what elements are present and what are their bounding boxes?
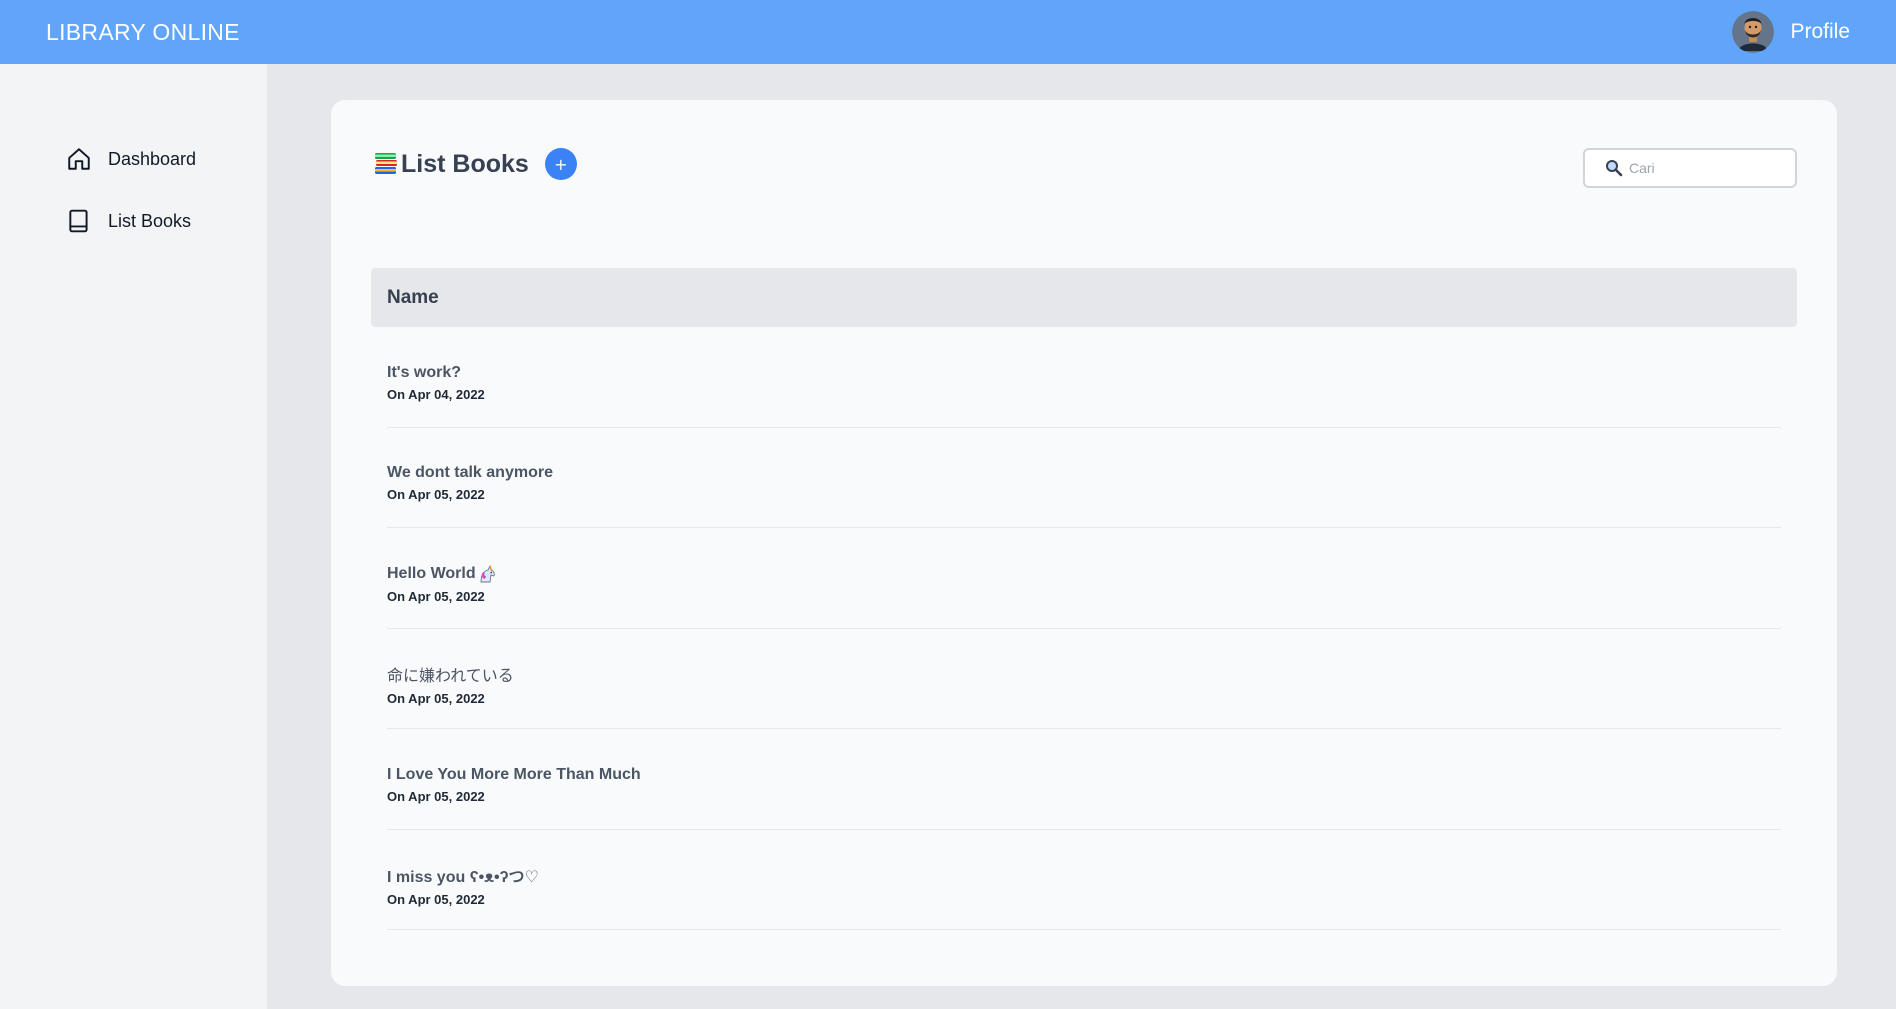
- book-list: It's work? On Apr 04, 2022 We dont talk …: [387, 327, 1781, 930]
- book-date: On Apr 05, 2022: [387, 691, 485, 707]
- column-header-name[interactable]: Name: [387, 287, 439, 309]
- book-date: On Apr 05, 2022: [387, 588, 485, 604]
- book-icon: [66, 208, 92, 234]
- app-brand[interactable]: LIBRARY ONLINE: [46, 19, 240, 46]
- list-item[interactable]: It's work? On Apr 04, 2022: [387, 327, 1781, 428]
- book-title: It's work?: [387, 363, 462, 381]
- book-date: On Apr 05, 2022: [387, 788, 485, 804]
- sidebar-item-list-books[interactable]: List Books: [66, 208, 191, 234]
- table-header: Name: [371, 268, 1797, 327]
- search-icon: [1605, 159, 1623, 177]
- list-item[interactable]: Hello World On Apr 05, 2022: [387, 528, 1781, 629]
- content-card: List Books + Name It's work? On Apr 04, …: [331, 100, 1837, 986]
- book-title: I miss you ʕ•ᴥ•ʔつ♡: [387, 869, 539, 887]
- top-navbar: LIBRARY ONLINE Profile: [0, 0, 1896, 64]
- book-date: On Apr 05, 2022: [387, 892, 485, 908]
- book-title: We dont talk anymore: [387, 464, 553, 482]
- book-date: On Apr 05, 2022: [387, 487, 485, 503]
- avatar[interactable]: [1732, 11, 1775, 53]
- list-item[interactable]: I Love You More More Than Much On Apr 05…: [387, 729, 1781, 830]
- list-item[interactable]: I miss you ʕ•ᴥ•ʔつ♡ On Apr 05, 2022: [387, 830, 1781, 930]
- add-book-button[interactable]: +: [544, 148, 577, 180]
- sidebar-item-dashboard[interactable]: Dashboard: [66, 146, 196, 172]
- home-icon: [66, 146, 92, 172]
- list-item[interactable]: 命に嫌われている On Apr 05, 2022: [387, 629, 1781, 729]
- unicorn-icon: [476, 564, 498, 584]
- sidebar: Dashboard List Books: [0, 64, 267, 1009]
- sidebar-item-label: List Books: [108, 210, 192, 231]
- book-title: I Love You More More Than Much: [387, 765, 641, 783]
- books-icon: [373, 151, 401, 177]
- profile-label[interactable]: Profile: [1790, 20, 1850, 44]
- book-title: Hello World: [387, 564, 1781, 584]
- book-date: On Apr 04, 2022: [387, 386, 485, 402]
- page-header: List Books +: [373, 148, 577, 180]
- search-input[interactable]: [1629, 160, 1779, 176]
- page-title: List Books: [401, 149, 529, 178]
- profile-menu[interactable]: Profile: [1732, 11, 1850, 53]
- book-title: 命に嫌われている: [387, 668, 514, 686]
- search-box[interactable]: [1583, 148, 1797, 188]
- sidebar-item-label: Dashboard: [108, 148, 197, 169]
- list-item[interactable]: We dont talk anymore On Apr 05, 2022: [387, 428, 1781, 528]
